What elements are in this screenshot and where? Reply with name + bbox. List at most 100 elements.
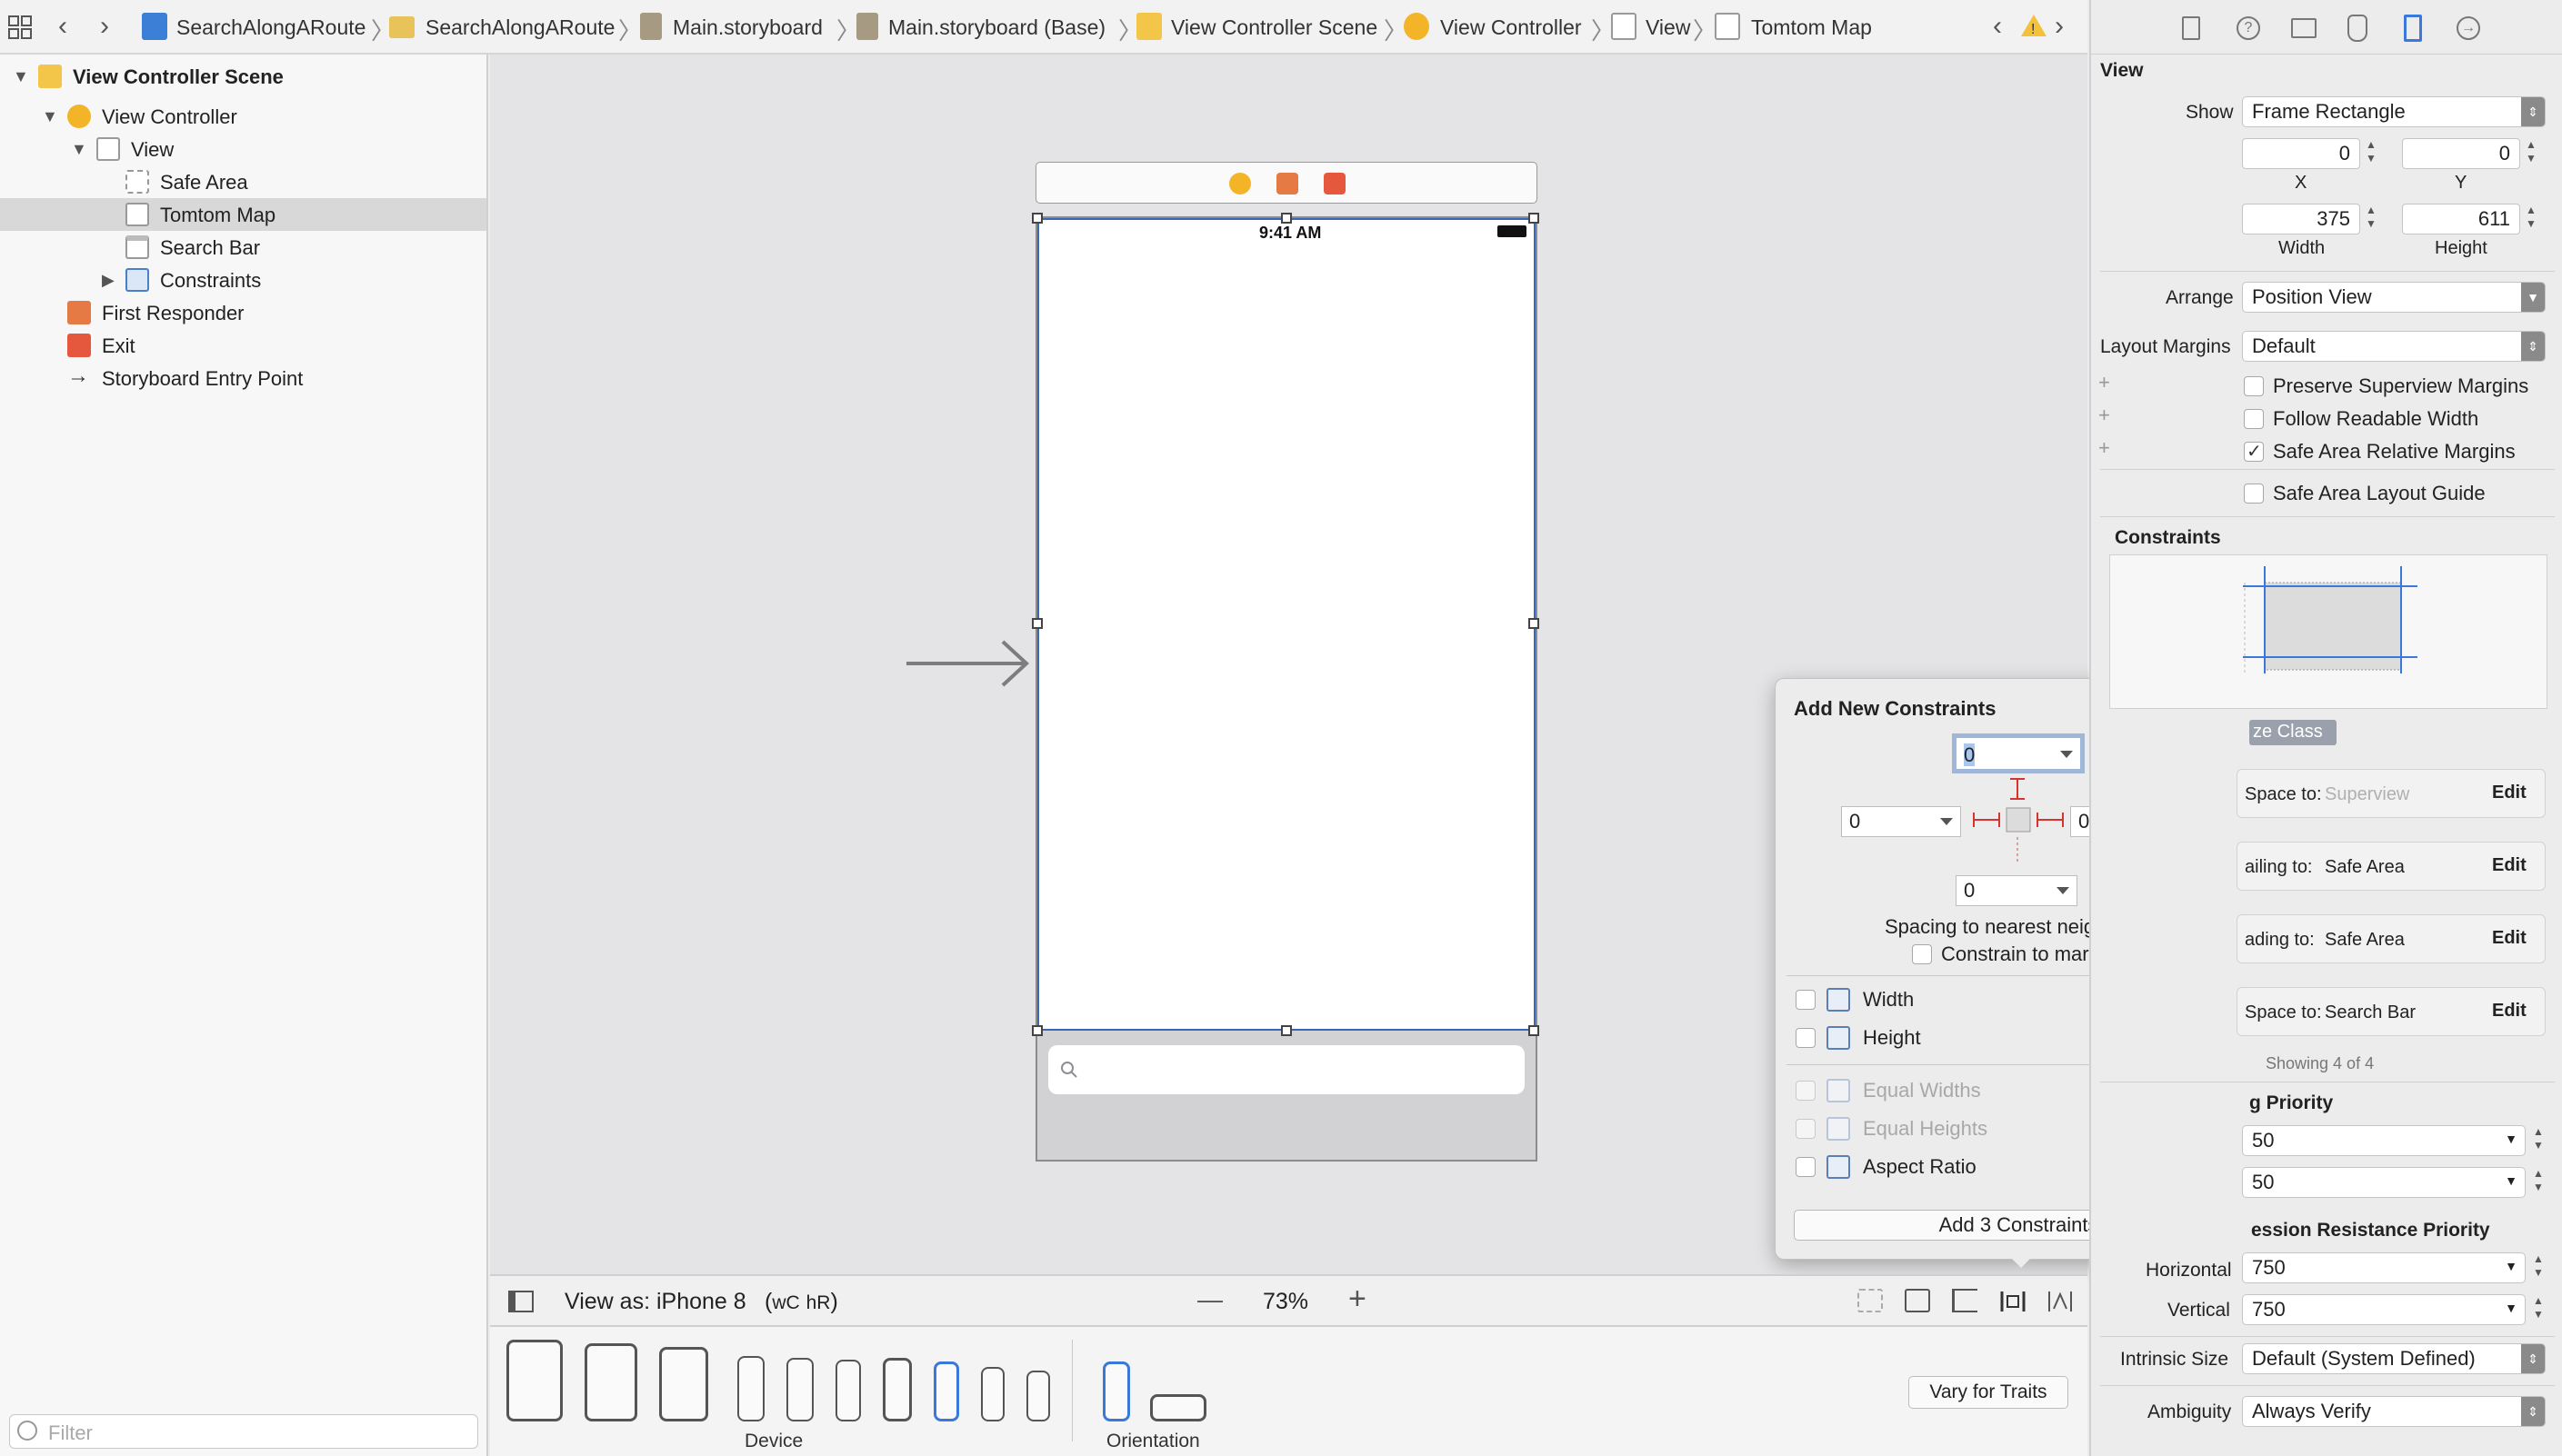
resolve-issues-icon[interactable]: [2047, 1289, 2074, 1319]
outline-row-view-controller[interactable]: ▼ View Controller: [0, 100, 486, 133]
width-checkbox[interactable]: [1796, 990, 1816, 1010]
resize-handle[interactable]: [1281, 213, 1292, 224]
constraint-ibeams-icon[interactable]: [1965, 775, 2070, 880]
next-issue-icon[interactable]: ›: [2055, 11, 2064, 42]
ipad-device[interactable]: [659, 1347, 708, 1421]
safe-area-relative-checkbox[interactable]: [2244, 440, 2264, 463]
warning-icon[interactable]: !: [2020, 13, 2047, 43]
outline-row-safe-area[interactable]: Safe Area: [0, 165, 486, 198]
compression-vertical-stepper[interactable]: ▲ ▼: [2531, 1294, 2546, 1325]
constraints-diagram[interactable]: [2109, 554, 2547, 709]
disclosure-open-icon[interactable]: ▼: [42, 107, 58, 126]
attributes-inspector-icon[interactable]: [2347, 15, 2367, 42]
breadcrumb-tomtom-map[interactable]: Tomtom Map: [1751, 15, 1872, 40]
size-inspector-icon[interactable]: [2404, 15, 2422, 42]
connections-inspector-icon[interactable]: →: [2457, 16, 2480, 40]
align-icon[interactable]: [1952, 1289, 1977, 1312]
compression-horizontal-stepper[interactable]: ▲ ▼: [2531, 1252, 2546, 1283]
outline-row-scene[interactable]: ▼ View Controller Scene: [0, 60, 486, 93]
edit-button[interactable]: Edit: [2492, 1001, 2527, 1022]
constraint-row[interactable]: ailing to: Safe Area Edit: [2237, 842, 2546, 891]
constraint-row[interactable]: ading to: Safe Area Edit: [2237, 914, 2546, 963]
x-field[interactable]: 0: [2242, 138, 2360, 169]
compression-vertical-popup[interactable]: 750 ▼: [2242, 1294, 2526, 1325]
tomtom-map-view[interactable]: 9:41 AM: [1037, 218, 1536, 1031]
size-class-tab[interactable]: ze Class: [2249, 720, 2337, 745]
plus-icon[interactable]: +: [2098, 371, 2110, 394]
scene-dock[interactable]: [1036, 162, 1537, 204]
breadcrumb-storyboard-base[interactable]: Main.storyboard (Base): [888, 15, 1106, 40]
vary-for-traits-button[interactable]: Vary for Traits: [1908, 1376, 2068, 1409]
add-new-constraints-icon[interactable]: [1999, 1289, 2027, 1319]
aspect-ratio-checkbox[interactable]: [1796, 1157, 1816, 1177]
iphone-4s-device[interactable]: [1026, 1371, 1050, 1421]
first-responder-icon[interactable]: [1276, 173, 1298, 194]
chevron-down-icon[interactable]: [2057, 887, 2069, 894]
compression-horizontal-popup[interactable]: 750 ▼: [2242, 1252, 2526, 1283]
ipad-pro-10-device[interactable]: [585, 1343, 637, 1421]
back-icon[interactable]: ‹: [58, 11, 67, 42]
update-frames-icon[interactable]: [1857, 1289, 1883, 1312]
chevron-down-icon[interactable]: [2060, 751, 2073, 758]
layout-margins-popup[interactable]: Default ⇕: [2242, 331, 2546, 362]
preserve-superview-checkbox[interactable]: [2244, 376, 2264, 396]
resize-handle[interactable]: [1528, 618, 1539, 629]
resize-handle[interactable]: [1032, 213, 1043, 224]
width-field[interactable]: 375: [2242, 204, 2360, 234]
follow-readable-checkbox[interactable]: [2244, 409, 2264, 429]
iphone-8-plus-alt-device[interactable]: [786, 1358, 814, 1421]
sidebar-toggle-icon[interactable]: [508, 1291, 534, 1312]
iphone-8-device-selected[interactable]: [934, 1361, 959, 1421]
edit-button[interactable]: Edit: [2492, 783, 2527, 803]
outline-row-first-responder[interactable]: First Responder: [0, 296, 486, 329]
hugging-vertical-popup[interactable]: 50 ▼: [2242, 1167, 2526, 1198]
breadcrumb-scene[interactable]: View Controller Scene: [1171, 15, 1377, 40]
view-controller-icon[interactable]: [1229, 173, 1251, 194]
landscape-orientation[interactable]: [1150, 1394, 1206, 1421]
related-items-icon[interactable]: [7, 15, 33, 40]
plus-icon[interactable]: +: [2098, 436, 2110, 460]
y-field[interactable]: 0: [2402, 138, 2520, 169]
portrait-orientation[interactable]: [1103, 1361, 1130, 1421]
resize-handle[interactable]: [1032, 1025, 1043, 1036]
ambiguity-popup[interactable]: Always Verify ⇕: [2242, 1396, 2546, 1427]
edit-button[interactable]: Edit: [2492, 928, 2527, 949]
file-inspector-icon[interactable]: [2182, 16, 2200, 40]
constrain-margins-checkbox[interactable]: [1912, 944, 1932, 964]
outline-row-constraints[interactable]: ▶ Constraints: [0, 264, 486, 296]
outline-row-search-bar[interactable]: Search Bar: [0, 231, 486, 264]
iphone-8-plus-device[interactable]: [737, 1356, 765, 1421]
iphone-7-device[interactable]: [836, 1360, 861, 1421]
breadcrumb-storyboard[interactable]: Main.storyboard: [673, 15, 823, 40]
storyboard-canvas[interactable]: 9:41 AM Add New Constraints 0 0 0 0 Spac…: [490, 55, 2260, 1274]
exit-icon[interactable]: [1324, 173, 1346, 194]
constraint-row[interactable]: Space to: Search Bar Edit: [2237, 987, 2546, 1036]
iphone-x-device[interactable]: [883, 1358, 912, 1421]
embed-in-icon[interactable]: [1905, 1289, 1930, 1312]
resize-handle[interactable]: [1281, 1025, 1292, 1036]
show-popup[interactable]: Frame Rectangle ⇕: [2242, 96, 2546, 127]
iphone-se-device[interactable]: [981, 1367, 1005, 1421]
resize-handle[interactable]: [1528, 1025, 1539, 1036]
zoom-in-button[interactable]: +: [1348, 1281, 1366, 1317]
safe-area-layout-checkbox[interactable]: [2244, 484, 2264, 504]
zoom-level[interactable]: 73%: [1263, 1289, 1308, 1315]
filter-field[interactable]: Filter: [9, 1414, 478, 1449]
width-stepper[interactable]: ▲ ▼: [2364, 204, 2378, 234]
height-field[interactable]: 611: [2402, 204, 2520, 234]
disclosure-closed-icon[interactable]: ▶: [102, 271, 115, 290]
resize-handle[interactable]: [1528, 213, 1539, 224]
outline-row-exit[interactable]: Exit: [0, 329, 486, 362]
edit-button[interactable]: Edit: [2492, 855, 2527, 876]
disclosure-open-icon[interactable]: ▼: [13, 67, 29, 86]
search-bar[interactable]: [1048, 1045, 1525, 1094]
entry-point-arrow[interactable]: [905, 636, 1032, 695]
plus-icon[interactable]: +: [2098, 404, 2110, 427]
view-as-label[interactable]: View as: iPhone 8: [565, 1289, 746, 1315]
hugging-horizontal-popup[interactable]: 50 ▼: [2242, 1125, 2526, 1156]
top-spacing-field[interactable]: 0: [1952, 733, 2085, 773]
equal-widths-checkbox[interactable]: [1796, 1081, 1816, 1101]
resize-handle[interactable]: [1032, 618, 1043, 629]
forward-icon[interactable]: ›: [100, 11, 109, 42]
equal-heights-checkbox[interactable]: [1796, 1119, 1816, 1139]
